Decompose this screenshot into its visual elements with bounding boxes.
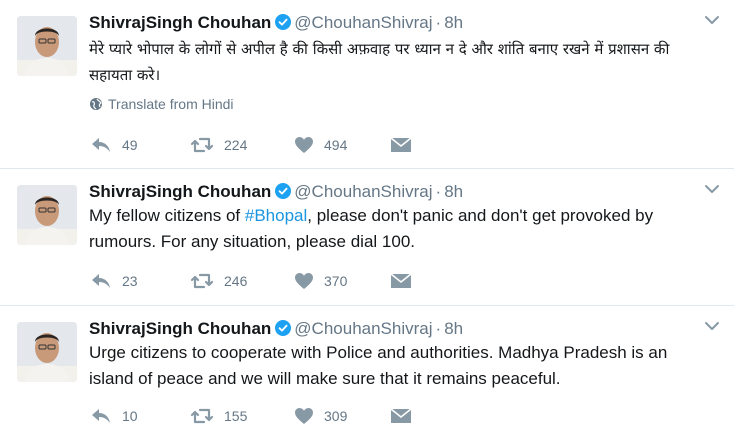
retweet-count: 155 xyxy=(224,408,248,424)
author-name[interactable]: ShivrajSingh Chouhan xyxy=(89,182,271,201)
like-button[interactable]: 309 xyxy=(294,405,347,427)
chevron-down-icon[interactable] xyxy=(704,183,720,195)
reply-button[interactable]: 49 xyxy=(90,134,138,156)
separator-dot: · xyxy=(435,13,442,32)
reply-count: 23 xyxy=(122,273,138,289)
tweet-timestamp[interactable]: 8h xyxy=(444,13,463,32)
author-name[interactable]: ShivrajSingh Chouhan xyxy=(89,319,271,338)
reply-icon xyxy=(92,409,110,423)
heart-icon xyxy=(295,273,313,289)
separator-dot: · xyxy=(435,319,442,338)
author-handle[interactable]: @ChouhanShivraj xyxy=(294,319,432,338)
tweet-header: ShivrajSingh Chouhan @ChouhanShivraj · 8h xyxy=(89,181,463,203)
reply-button[interactable]: 23 xyxy=(90,270,138,292)
translate-link[interactable]: Translate from Hindi xyxy=(89,96,234,112)
tweet-feed: ShivrajSingh Chouhan @ChouhanShivraj · 8h म… xyxy=(0,0,734,440)
retweet-count: 224 xyxy=(224,137,248,153)
author-handle[interactable]: @ChouhanShivraj xyxy=(294,13,432,32)
author-name[interactable]: ShivrajSingh Chouhan xyxy=(89,13,271,32)
like-button[interactable]: 494 xyxy=(294,134,347,156)
retweet-button[interactable]: 224 xyxy=(190,134,247,156)
direct-message-button[interactable] xyxy=(390,405,412,427)
direct-message-icon xyxy=(390,408,412,423)
heart-icon xyxy=(295,408,313,424)
chevron-down-icon[interactable] xyxy=(704,320,720,332)
retweet-button[interactable]: 155 xyxy=(190,405,247,427)
like-count: 494 xyxy=(324,137,348,153)
reply-icon xyxy=(92,274,110,288)
translate-label: Translate from Hindi xyxy=(108,96,234,112)
tweet[interactable]: ShivrajSingh Chouhan @ChouhanShivraj · 8h U… xyxy=(0,306,734,440)
hashtag-link[interactable]: #Bhopal xyxy=(245,206,307,225)
retweet-button[interactable]: 246 xyxy=(190,270,247,292)
like-count: 309 xyxy=(324,408,348,424)
like-count: 370 xyxy=(324,273,348,289)
avatar[interactable] xyxy=(17,322,77,382)
tweet-text: मेरे प्यारे भोपाल के लोगों से अपील है की… xyxy=(89,40,670,84)
reply-count: 49 xyxy=(122,137,138,153)
retweet-count: 246 xyxy=(224,273,248,289)
avatar[interactable] xyxy=(17,185,77,245)
tweet-timestamp[interactable]: 8h xyxy=(444,182,463,201)
tweet-header: ShivrajSingh Chouhan @ChouhanShivraj · 8h xyxy=(89,12,463,34)
verified-badge-icon xyxy=(275,320,292,336)
reply-count: 10 xyxy=(122,408,138,424)
tweet[interactable]: ShivrajSingh Chouhan @ChouhanShivraj · 8h म… xyxy=(0,0,734,169)
heart-icon xyxy=(295,137,313,153)
chevron-down-icon[interactable] xyxy=(704,14,720,26)
reply-button[interactable]: 10 xyxy=(90,405,138,427)
verified-badge-icon xyxy=(275,183,292,199)
retweet-icon xyxy=(190,273,214,289)
tweet-text-part: My fellow citizens of xyxy=(89,206,245,225)
author-handle[interactable]: @ChouhanShivraj xyxy=(294,182,432,201)
direct-message-icon xyxy=(390,273,412,288)
tweet-timestamp[interactable]: 8h xyxy=(444,319,463,338)
separator-dot: · xyxy=(435,182,442,201)
tweet[interactable]: ShivrajSingh Chouhan @ChouhanShivraj · 8h M… xyxy=(0,169,734,306)
tweet-header: ShivrajSingh Chouhan @ChouhanShivraj · 8h xyxy=(89,318,463,340)
direct-message-button[interactable] xyxy=(390,270,412,292)
verified-badge-icon xyxy=(275,14,292,30)
tweet-text: My fellow citizens of #Bhopal, please do… xyxy=(89,203,714,255)
retweet-icon xyxy=(190,137,214,153)
reply-icon xyxy=(92,138,110,152)
like-button[interactable]: 370 xyxy=(294,270,347,292)
globe-icon xyxy=(90,98,102,110)
tweet-text: Urge citizens to cooperate with Police a… xyxy=(89,343,668,388)
direct-message-icon xyxy=(390,137,412,152)
retweet-icon xyxy=(190,408,214,424)
direct-message-button[interactable] xyxy=(390,134,412,156)
avatar[interactable] xyxy=(17,16,77,76)
